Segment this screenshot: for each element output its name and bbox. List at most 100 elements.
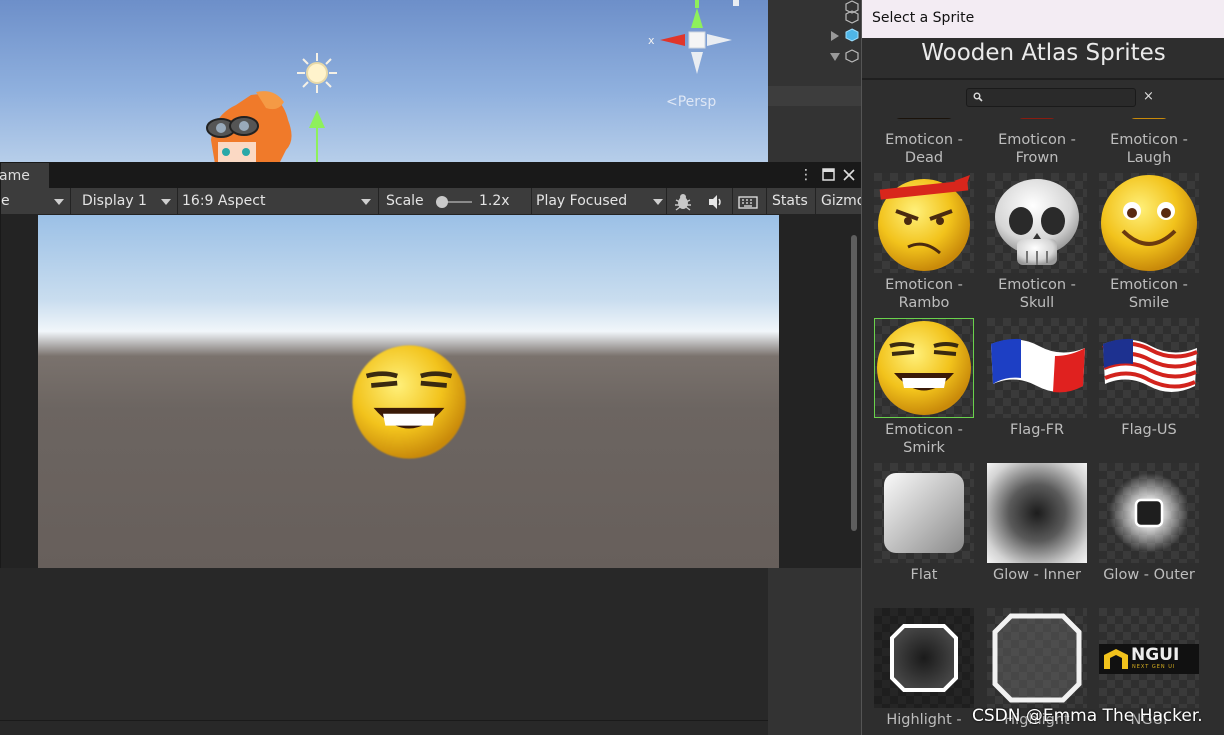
audio-icon[interactable] <box>706 188 730 215</box>
sprite-label: Flat <box>874 566 974 584</box>
glow-outer-icon <box>1109 473 1189 553</box>
sprite-thumbnail <box>987 608 1087 708</box>
aspect-value: 16:9 Aspect <box>182 193 266 209</box>
sprite-label: Emoticon - Skull <box>987 276 1087 312</box>
display-value: Display 1 <box>82 193 147 209</box>
sprite-label: Emoticon - Smirk <box>874 421 974 457</box>
character-sprite[interactable] <box>196 90 306 165</box>
sprite-thumbnail: NGUI NEXT GEN UI <box>1099 608 1199 708</box>
sprite-label-line: Flag-FR <box>1009 422 1065 438</box>
sprite-label-line: Dead <box>904 150 944 166</box>
chevron-down-icon <box>161 199 171 205</box>
sprite-selector-window: Select a Sprite Wooden Atlas Sprites × E… <box>861 0 1224 735</box>
play-mode-dropdown[interactable]: Play Focused <box>532 188 666 215</box>
highlight-thin-icon <box>992 613 1082 703</box>
orientation-gizmo[interactable]: x <box>640 0 740 90</box>
sprite-label-line: Flat <box>910 567 938 583</box>
sprite-label-line: Rambo <box>898 295 950 311</box>
sprite-thumbnail <box>1099 463 1199 563</box>
sprite-thumbnail <box>1099 173 1199 273</box>
tab-game[interactable]: ame <box>0 163 49 188</box>
separator <box>666 188 667 215</box>
bug-icon[interactable] <box>673 188 697 215</box>
laugh-emoji-icon <box>1129 118 1169 119</box>
clear-search-button[interactable]: × <box>1143 89 1154 104</box>
game-view[interactable] <box>38 215 779 568</box>
collapse-arrow-icon[interactable] <box>829 52 841 62</box>
sprite-cell-glow-inner[interactable]: Glow - Inner <box>987 463 1087 603</box>
display-dropdown[interactable]: Display 1 <box>71 188 177 215</box>
sprite-thumbnail <box>874 608 974 708</box>
prefab-icon <box>845 28 859 42</box>
smile-emoji-icon <box>1101 175 1197 271</box>
sprite-cell-smirk[interactable]: Emoticon - Smirk <box>874 318 974 458</box>
flat-box-icon <box>884 473 964 553</box>
sprite-thumbnail <box>1099 318 1199 418</box>
sprite-label: Emoticon - Dead <box>874 131 974 167</box>
expand-arrow-icon[interactable] <box>830 30 840 42</box>
sprite-cell-rambo[interactable]: Emoticon - Rambo <box>874 173 974 313</box>
sprite-label-line: Emoticon - <box>885 277 963 293</box>
move-tool-arrow-y[interactable] <box>309 110 325 165</box>
ngui-logo-subtext: NEXT GEN UI <box>1132 664 1176 670</box>
directional-light-icon[interactable] <box>296 52 338 94</box>
separator <box>732 188 733 215</box>
sprite-cell-flat[interactable]: Flat <box>874 463 974 603</box>
more-options-icon[interactable]: ⋮ <box>797 166 815 184</box>
stats-button[interactable]: Stats <box>772 188 808 215</box>
gizmos-button[interactable]: Gizmo <box>821 188 861 215</box>
sprite-thumbnail <box>987 318 1087 418</box>
sprite-label-line: Emoticon - <box>1110 132 1188 148</box>
projection-label[interactable]: <Persp <box>666 94 716 110</box>
sprite-label: Emoticon - Frown <box>987 131 1087 167</box>
sprite-cell-flag-fr[interactable]: Flag-FR <box>987 318 1087 458</box>
game-toolbar: e Display 1 16:9 Aspect Scale 1.2x Play … <box>1 188 861 215</box>
close-icon[interactable] <box>840 166 858 184</box>
sprite-label: Flag-FR <box>987 421 1087 439</box>
sprite-label-line: Emoticon - <box>885 132 963 148</box>
rambo-emoji-icon <box>878 175 970 271</box>
atlas-heading: Wooden Atlas Sprites <box>921 40 1166 66</box>
maximize-icon[interactable] <box>819 166 837 184</box>
sprite-thumbnail <box>874 463 974 563</box>
sprite-grid: Emoticon - Dead Emoticon - Frown Emoticon … <box>862 118 1224 735</box>
sprite-cell[interactable]: Emoticon - Dead <box>874 118 974 173</box>
sprite-cell-smile[interactable]: Emoticon - Smile <box>1099 173 1199 313</box>
sprite-label: Highlight - <box>874 711 974 729</box>
sprite-label: Glow - Outer <box>1099 566 1199 584</box>
sprite-label-line: Glow - Outer <box>1103 567 1195 583</box>
scale-value: 1.2x <box>479 193 510 209</box>
gameobject-icon <box>845 49 859 63</box>
window-titlebar[interactable]: Select a Sprite <box>862 0 1224 38</box>
sprite-cell-glow-outer[interactable]: Glow - Outer <box>1099 463 1199 603</box>
sprite-thumbnail <box>987 173 1087 273</box>
sprite-cell-skull[interactable]: Emoticon - Skull <box>987 173 1087 313</box>
search-icon <box>973 92 983 102</box>
keyboard-icon[interactable] <box>738 188 762 215</box>
separator <box>766 188 767 215</box>
scrollbar[interactable] <box>851 235 857 531</box>
sprite-cell-flag-us[interactable]: Flag-US <box>1099 318 1199 458</box>
sprite-label-line: Emoticon - <box>885 422 963 438</box>
sprite-cell-highlight[interactable]: Highlight - <box>874 608 974 735</box>
scale-slider[interactable] <box>434 188 474 215</box>
frown-emoji-icon <box>1017 118 1057 119</box>
sprite-label: Emoticon - Smile <box>1099 276 1199 312</box>
project-panel <box>0 567 768 735</box>
sprite-label-line: Smirk <box>903 440 945 456</box>
sprite-cell[interactable]: Emoticon - Laugh <box>1099 118 1199 173</box>
highlight-icon <box>874 608 974 708</box>
game-mode-dropdown[interactable]: e <box>1 188 69 215</box>
chevron-down-icon <box>653 199 663 205</box>
flag-us-icon <box>1102 338 1198 392</box>
sprite-label-line: Smile <box>1128 295 1170 311</box>
slider-thumb[interactable] <box>436 196 448 208</box>
sprite-label-line: Glow - Inner <box>993 567 1081 583</box>
persp-text: Persp <box>677 94 717 110</box>
scene-view[interactable]: x <Persp <box>0 0 768 165</box>
hierarchy-selected-row[interactable] <box>768 86 861 106</box>
sprite-label-line: Emoticon - <box>998 132 1076 148</box>
search-input[interactable] <box>966 88 1136 107</box>
aspect-dropdown[interactable]: 16:9 Aspect <box>178 188 378 215</box>
sprite-cell[interactable]: Emoticon - Frown <box>987 118 1087 173</box>
